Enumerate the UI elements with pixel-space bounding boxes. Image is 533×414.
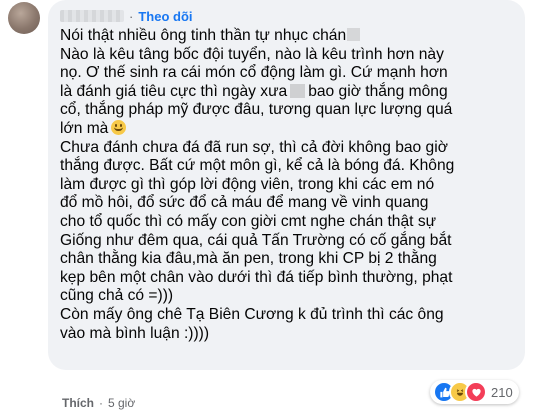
comment-line: lớn mà: [60, 119, 515, 139]
separator-dot: ·: [129, 8, 134, 24]
redaction-block: [347, 28, 361, 41]
comment-line: Giống như đêm qua, cái quả Tấn Trường có…: [60, 231, 452, 249]
comment-line-text: lớn mà: [60, 119, 109, 137]
comment-footer: Thích · 5 giờ: [62, 396, 135, 410]
author-row: · Theo dõi: [60, 8, 193, 24]
love-icon: [465, 381, 487, 403]
comment-line: là đánh giá tiêu cực thì ngày xưa bao giờ…: [60, 83, 515, 102]
separator-dot: ·: [99, 396, 103, 410]
comment-line: thắng được. Bất cứ một môn gì, kể cả là …: [60, 157, 455, 175]
like-button[interactable]: Thích: [62, 396, 94, 410]
comment-line: cho tổ quốc thì có mấy con giời cmt nghe…: [60, 212, 437, 230]
reaction-count: 210: [491, 384, 513, 400]
redaction-block: [290, 83, 306, 98]
comment-line-text: là đánh giá tiêu cực thì ngày xưa: [60, 82, 288, 100]
timestamp[interactable]: 5 giờ: [108, 396, 135, 410]
comment-text: Nói thật nhiều ông tinh thần tự nhục chá…: [60, 27, 515, 343]
author-name-redacted[interactable]: [60, 10, 124, 22]
comment-line: Nào là kêu tâng bốc đội tuyển, nào là kê…: [60, 45, 444, 63]
comment-line: cũng chả có =))): [60, 287, 174, 305]
comment-line: chân thằng kia đâu,mà ăn pen, trong khi …: [60, 250, 437, 268]
comment-line: Nói thật nhiều ông tinh thần tự nhục chá…: [60, 27, 515, 46]
comment-line: nọ. Ơ thế sinh ra cái món cổ động làm gì…: [60, 64, 448, 82]
comment-line: đổ mồ hôi, đổ sức đổ cả máu để mang về v…: [60, 194, 429, 212]
follow-link[interactable]: Theo dõi: [138, 9, 192, 24]
comment-line: Còn mấy ông chê Tạ Biên Cương k đủ trình…: [60, 305, 444, 323]
smiley-emoji-icon: [111, 119, 127, 135]
comment-line: vào mà bình luận :)))): [60, 324, 210, 342]
comment-line: kẹp bên một chân vào dưới thì đá tiếp bì…: [60, 268, 453, 286]
avatar[interactable]: [8, 2, 40, 34]
comment-line: cổ, thắng pháp mỹ được đâu, tương quan l…: [60, 101, 453, 119]
comment-line-text: bao giờ thắng mông: [308, 82, 448, 100]
comment-line-text: Nói thật nhiều ông tinh thần tự nhục chá…: [60, 27, 347, 44]
reactions-summary[interactable]: 210: [430, 380, 519, 404]
comment-line: Chưa đánh chưa đá đã run sợ, thì cả đời …: [60, 138, 448, 156]
comment-line: làm được gì thì góp lời động viên, trong…: [60, 175, 435, 193]
